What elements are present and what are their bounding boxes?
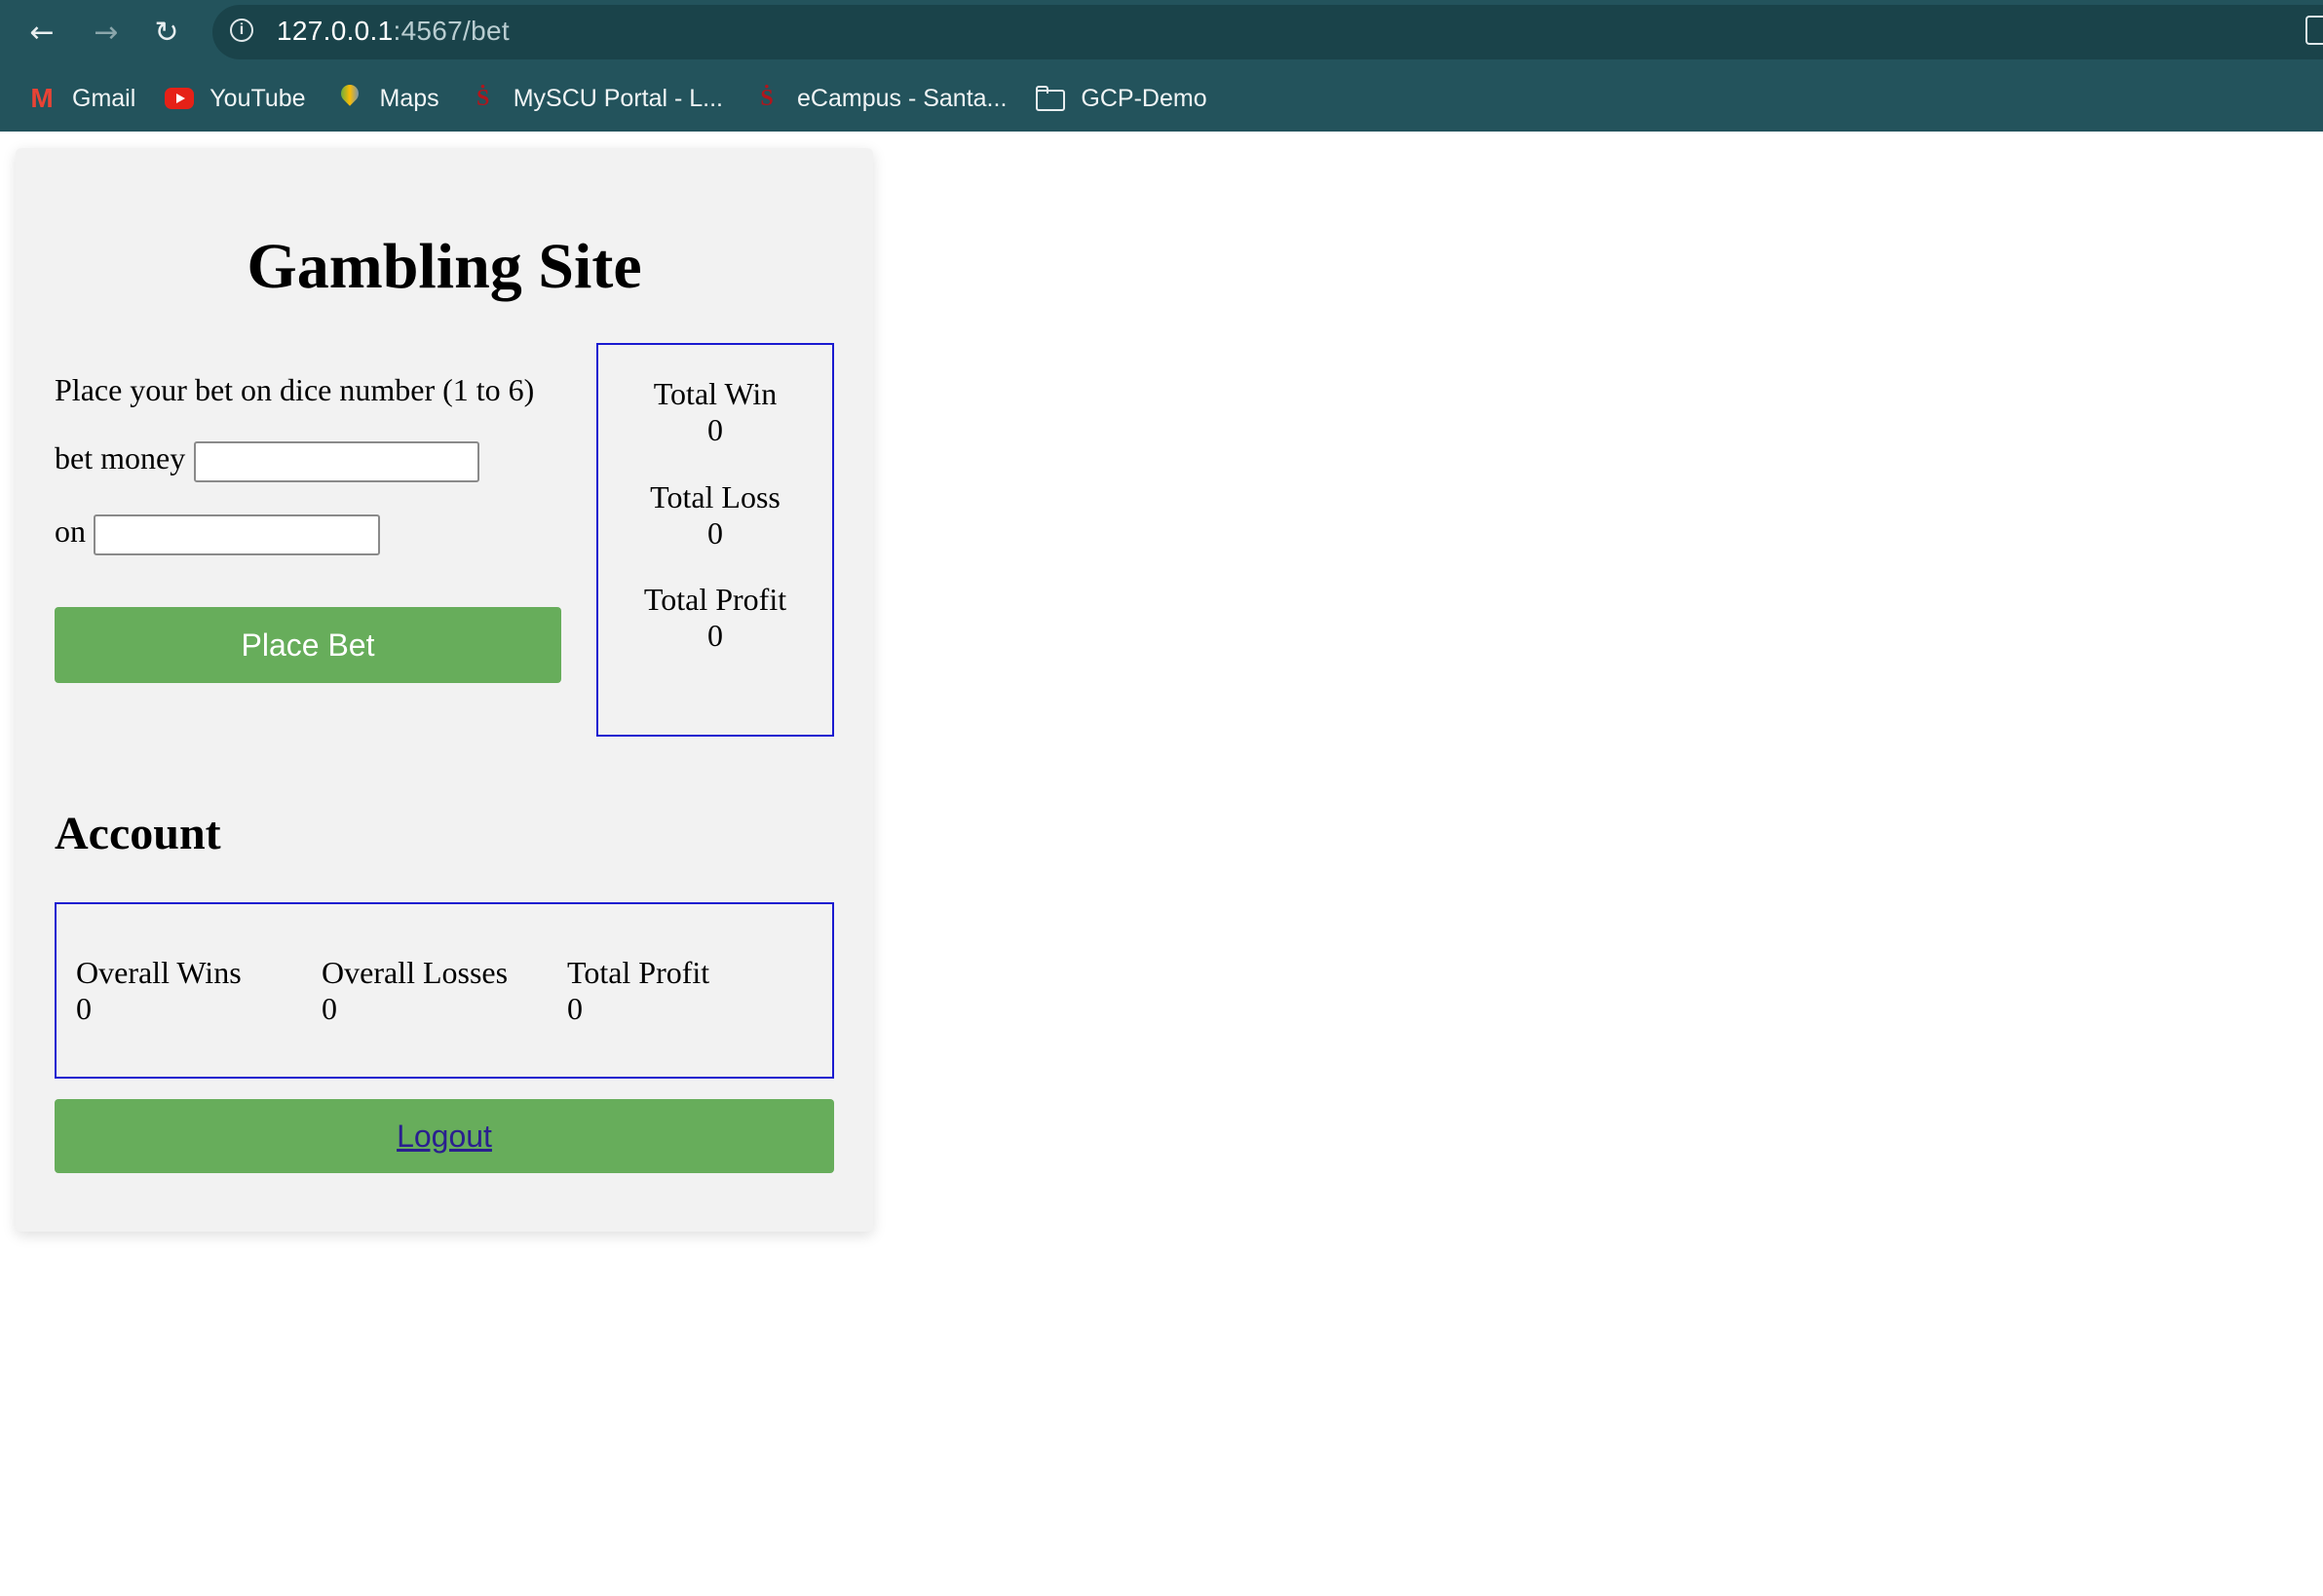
bookmark-label: eCampus - Santa... [797,84,1008,112]
total-loss-label: Total Loss [650,479,781,514]
bookmark-label: Maps [379,84,439,112]
browser-chrome: ← → ↻ i 127.0.0.1:4567/bet M Gmail YouTub… [0,0,2323,132]
forward-arrow-icon[interactable]: → [86,12,127,53]
bet-prompt: Place your bet on dice number (1 to 6) [55,372,535,407]
address-bar[interactable]: i 127.0.0.1:4567/bet [212,5,2323,59]
url-path: :4567/bet [393,16,510,46]
account-total-profit-stat: Total Profit 0 [567,955,709,1027]
account-total-profit-value: 0 [567,991,583,1026]
dice-number-input[interactable] [94,514,380,555]
reload-icon[interactable]: ↻ [146,12,187,53]
bookmark-label: Gmail [72,84,136,112]
dice-number-label: on [55,513,86,549]
logout-button[interactable]: Logout [55,1099,834,1173]
url-text: 127.0.0.1:4567/bet [277,16,510,47]
bookmark-ecampus[interactable]: ṠeCampus - Santa... [752,84,1007,113]
bookmark-gcp-demo[interactable]: GCP-Demo [1036,84,1207,113]
total-profit-stat: Total Profit 0 [598,582,832,654]
total-loss-value: 0 [707,515,723,551]
bookmark-label: YouTube [209,84,306,112]
scu-icon: Ṡ [760,86,774,111]
overall-losses-value: 0 [322,991,337,1026]
gmail-icon: M [30,83,54,113]
account-heading: Account [55,808,221,859]
back-arrow-icon[interactable]: ← [21,12,62,53]
info-icon[interactable]: i [230,19,253,42]
page-title: Gambling Site [247,231,642,302]
bookmark-label: MySCU Portal - L... [513,84,724,112]
share-icon[interactable] [2305,16,2323,45]
bookmark-label: GCP-Demo [1081,84,1207,112]
bookmark-myscu[interactable]: Ṡ MySCU Portal - L... [469,84,723,113]
bookmark-gmail[interactable]: M Gmail [27,84,135,113]
account-stats-box: Overall Wins 0 Overall Losses 0 Total Pr… [55,902,834,1079]
total-win-label: Total Win [653,376,778,411]
total-loss-stat: Total Loss 0 [598,479,832,551]
bookmarks-bar: M Gmail YouTube Maps Ṡ MySCU Portal - L...… [0,76,1209,121]
total-win-value: 0 [707,412,723,447]
place-bet-button[interactable]: Place Bet [55,607,561,683]
overall-losses-stat: Overall Losses 0 [322,955,508,1027]
overall-losses-label: Overall Losses [322,955,509,990]
bet-money-label: bet money [55,440,186,475]
youtube-icon [165,88,195,109]
bookmark-youtube[interactable]: YouTube [165,84,306,113]
scu-icon: Ṡ [476,86,490,111]
folder-icon [1036,84,1066,113]
total-profit-label: Total Profit [643,582,787,617]
overall-wins-stat: Overall Wins 0 [76,955,242,1027]
maps-icon [335,84,364,113]
overall-wins-value: 0 [76,991,92,1026]
total-profit-value: 0 [707,618,723,653]
browser-toolbar: ← → ↻ i 127.0.0.1:4567/bet [0,0,2323,65]
url-host: 127.0.0.1 [277,16,394,46]
overall-wins-label: Overall Wins [76,955,242,990]
account-total-profit-label: Total Profit [567,955,710,990]
bet-money-input[interactable] [194,441,479,482]
session-stats-box: Total Win 0 Total Loss 0 Total Profit 0 [596,343,834,737]
bet-card: Gambling Site Place your bet on dice num… [16,148,873,1232]
total-win-stat: Total Win 0 [598,376,832,448]
bookmark-maps[interactable]: Maps [335,84,439,113]
